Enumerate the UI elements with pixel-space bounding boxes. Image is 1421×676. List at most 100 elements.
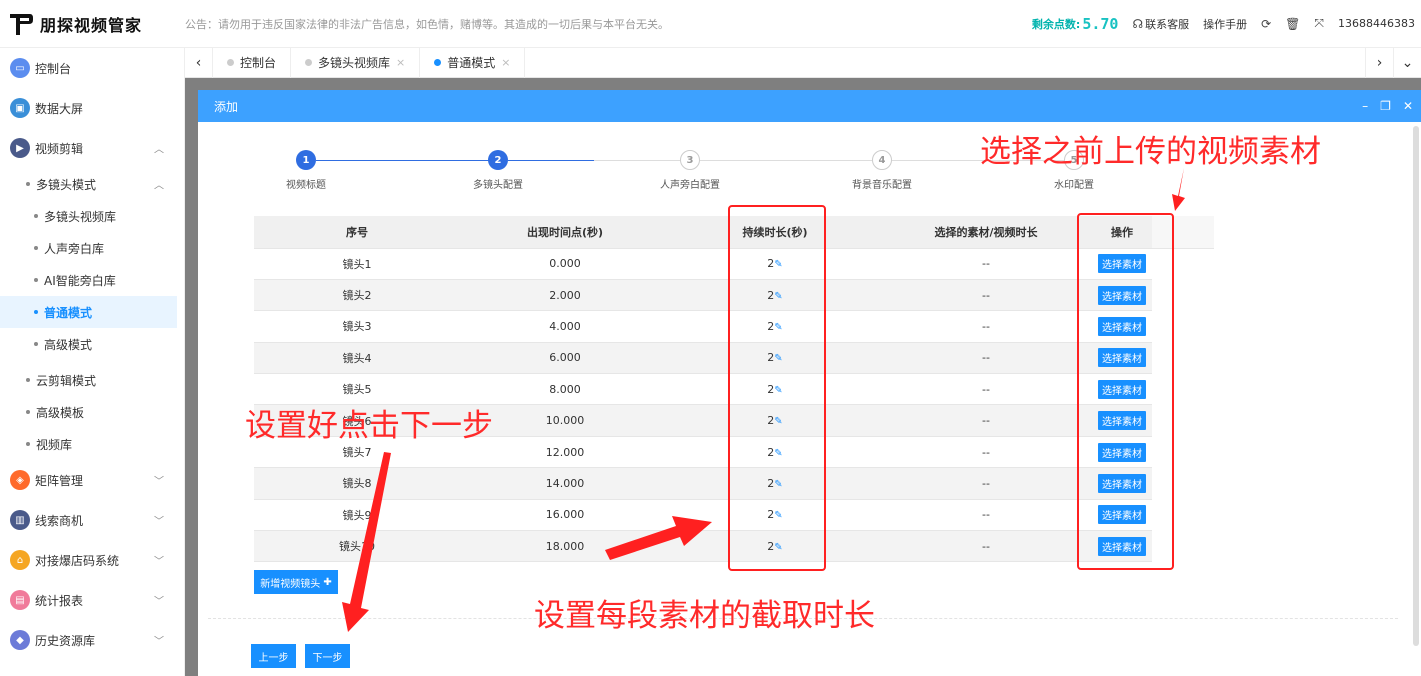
sidebar-item-advanced-mode[interactable]: 高级模式 xyxy=(0,328,184,360)
add-shot-label: 新增视频镜头 xyxy=(260,578,321,590)
tab-bar: ‹ 控制台 多镜头视频库 × 普通模式 × › ⌄ xyxy=(185,47,1421,78)
annotation-box-duration xyxy=(728,205,826,571)
dialog-scrollbar[interactable] xyxy=(1413,126,1419,646)
sidebar-item-cloud-mode[interactable]: 云剪辑模式 xyxy=(0,364,184,396)
sidebar-item-label: 控制台 xyxy=(35,61,72,76)
video-icon: ▶ xyxy=(10,138,30,158)
start-time: 2.000 xyxy=(460,279,670,312)
sidebar-item-ai-lib[interactable]: AI智能旁白库 xyxy=(0,264,184,296)
user-menu[interactable]: 13688446383 xyxy=(1338,17,1415,30)
start-time: 0.000 xyxy=(460,248,670,280)
shot-number: 镜头4 xyxy=(254,342,460,375)
step-4: 4 背景音乐配置 xyxy=(822,150,942,191)
tab-scroll-left[interactable]: ‹ xyxy=(185,47,213,78)
bullet-icon xyxy=(34,342,38,346)
chevron-down-icon: ﹀ xyxy=(154,476,164,488)
refresh-icon[interactable]: ⟳ xyxy=(1261,17,1271,31)
annotation-next: 设置好点击下一步 xyxy=(245,408,493,444)
sidebar-item-label: 数据大屏 xyxy=(35,101,84,116)
store-icon: ⌂ xyxy=(10,550,30,570)
annotation-duration: 设置每段素材的截取时长 xyxy=(534,598,875,634)
tab-dot-icon xyxy=(434,59,442,66)
prev-step-button[interactable]: 上一步 xyxy=(251,644,296,668)
bullet-icon xyxy=(26,442,30,446)
bullet-icon xyxy=(34,214,38,218)
sidebar-item-video-edit[interactable]: ▶ 视频剪辑 ︿ xyxy=(0,128,184,168)
sidebar-item-history[interactable]: ◆ 历史资源库 ﹀ xyxy=(0,620,184,660)
tab-menu-dropdown[interactable]: ⌄ xyxy=(1393,48,1421,78)
shot-number: 镜头10 xyxy=(254,530,460,563)
bullet-icon xyxy=(34,278,38,282)
material-cell: -- xyxy=(880,248,1092,280)
points-label: 剩余点数: xyxy=(1031,17,1081,31)
tab-scroll-right[interactable]: › xyxy=(1365,48,1393,78)
points-display: 剩余点数: 5.70 xyxy=(1032,15,1119,33)
shot-number: 镜头2 xyxy=(254,279,460,312)
close-icon[interactable]: ✕ xyxy=(1403,99,1413,113)
layers-icon: ◆ xyxy=(10,630,30,650)
material-cell: -- xyxy=(880,373,1092,406)
step-label: 水印配置 xyxy=(1054,180,1094,191)
sidebar-item-label: 云剪辑模式 xyxy=(36,373,97,388)
sidebar-item-dashboard[interactable]: ▭ 控制台 xyxy=(0,48,184,88)
start-time: 6.000 xyxy=(460,342,670,375)
sidebar-item-video-lib[interactable]: 视频库 xyxy=(0,428,184,460)
chevron-down-icon: ﹀ xyxy=(154,596,164,608)
close-icon[interactable]: × xyxy=(396,56,405,69)
chevron-up-icon: ︿ xyxy=(154,180,164,192)
sidebar-item-voice-lib[interactable]: 人声旁白库 xyxy=(0,232,184,264)
bullet-icon xyxy=(34,246,38,250)
next-step-button[interactable]: 下一步 xyxy=(305,644,350,668)
step-label: 视频标题 xyxy=(286,180,326,191)
sidebar-item-label: 线索商机 xyxy=(35,513,84,528)
sidebar-item-multi-lib[interactable]: 多镜头视频库 xyxy=(0,200,184,232)
logo-text: 朋探视频管家 xyxy=(40,15,143,35)
sidebar-item-label: 高级模板 xyxy=(36,405,85,420)
sidebar-item-label: 人声旁白库 xyxy=(44,241,105,256)
shot-number: 镜头9 xyxy=(254,499,460,532)
material-cell: -- xyxy=(880,467,1092,500)
sidebar-item-stats[interactable]: ▤ 统计报表 ﹀ xyxy=(0,580,184,620)
manual-button[interactable]: 操作手册 xyxy=(1203,16,1247,32)
sidebar-item-bigscreen[interactable]: ▣ 数据大屏 xyxy=(0,88,184,128)
sidebar-item-leads[interactable]: ▥ 线索商机 ﹀ xyxy=(0,500,184,540)
screen-icon: ▣ xyxy=(10,98,30,118)
maximize-icon[interactable]: ❐ xyxy=(1380,99,1391,113)
sidebar: ▭ 控制台 ▣ 数据大屏 ▶ 视频剪辑 ︿ 多镜头模式 ︿ 多镜头视频库 人声旁… xyxy=(0,48,185,676)
monitor-icon: ▭ xyxy=(10,58,30,78)
sidebar-item-multi-mode[interactable]: 多镜头模式 ︿ xyxy=(0,168,184,200)
add-shot-button[interactable]: 新增视频镜头 ✚ xyxy=(254,570,338,594)
contact-button[interactable]: ☊ 联系客服 xyxy=(1132,16,1189,32)
contact-label: 联系客服 xyxy=(1145,17,1190,31)
logo[interactable]: 朋探视频管家 xyxy=(0,11,185,37)
tab-label: 控制台 xyxy=(240,56,277,70)
sidebar-item-advanced-tpl[interactable]: 高级模板 xyxy=(0,396,184,428)
trash-icon[interactable]: 🗑 xyxy=(1285,17,1300,31)
close-icon[interactable]: × xyxy=(501,56,510,69)
sidebar-item-label: 普通模式 xyxy=(44,305,93,320)
tab-normal-mode[interactable]: 普通模式 × xyxy=(420,47,526,78)
tab-label: 普通模式 xyxy=(447,56,496,70)
material-cell: -- xyxy=(880,279,1092,312)
material-cell: -- xyxy=(880,342,1092,375)
bullet-icon xyxy=(34,310,38,314)
stats-icon: ▤ xyxy=(10,590,30,610)
material-cell: -- xyxy=(880,530,1092,563)
tab-multi-lib[interactable]: 多镜头视频库 × xyxy=(291,47,421,78)
minimize-icon[interactable]: – xyxy=(1362,99,1368,113)
sidebar-item-store[interactable]: ⌂ 对接爆店码系统 ﹀ xyxy=(0,540,184,580)
tab-dashboard[interactable]: 控制台 xyxy=(213,47,292,78)
shot-number: 镜头3 xyxy=(254,310,460,343)
chevron-up-icon: ︿ xyxy=(154,144,164,156)
sidebar-item-normal-mode[interactable]: 普通模式 xyxy=(0,296,177,328)
step-number: 1 xyxy=(296,150,316,170)
step-number: 3 xyxy=(680,150,700,170)
fullscreen-icon[interactable]: ⤧ xyxy=(1314,16,1324,31)
plus-icon: ✚ xyxy=(323,576,332,588)
headset-icon: ☊ xyxy=(1132,16,1144,31)
sidebar-item-label: 视频剪辑 xyxy=(35,141,84,156)
sidebar-item-matrix[interactable]: ◈ 矩阵管理 ﹀ xyxy=(0,460,184,500)
step-number: 4 xyxy=(872,150,892,170)
material-cell: -- xyxy=(880,436,1092,469)
points-value: 5.70 xyxy=(1082,14,1119,33)
